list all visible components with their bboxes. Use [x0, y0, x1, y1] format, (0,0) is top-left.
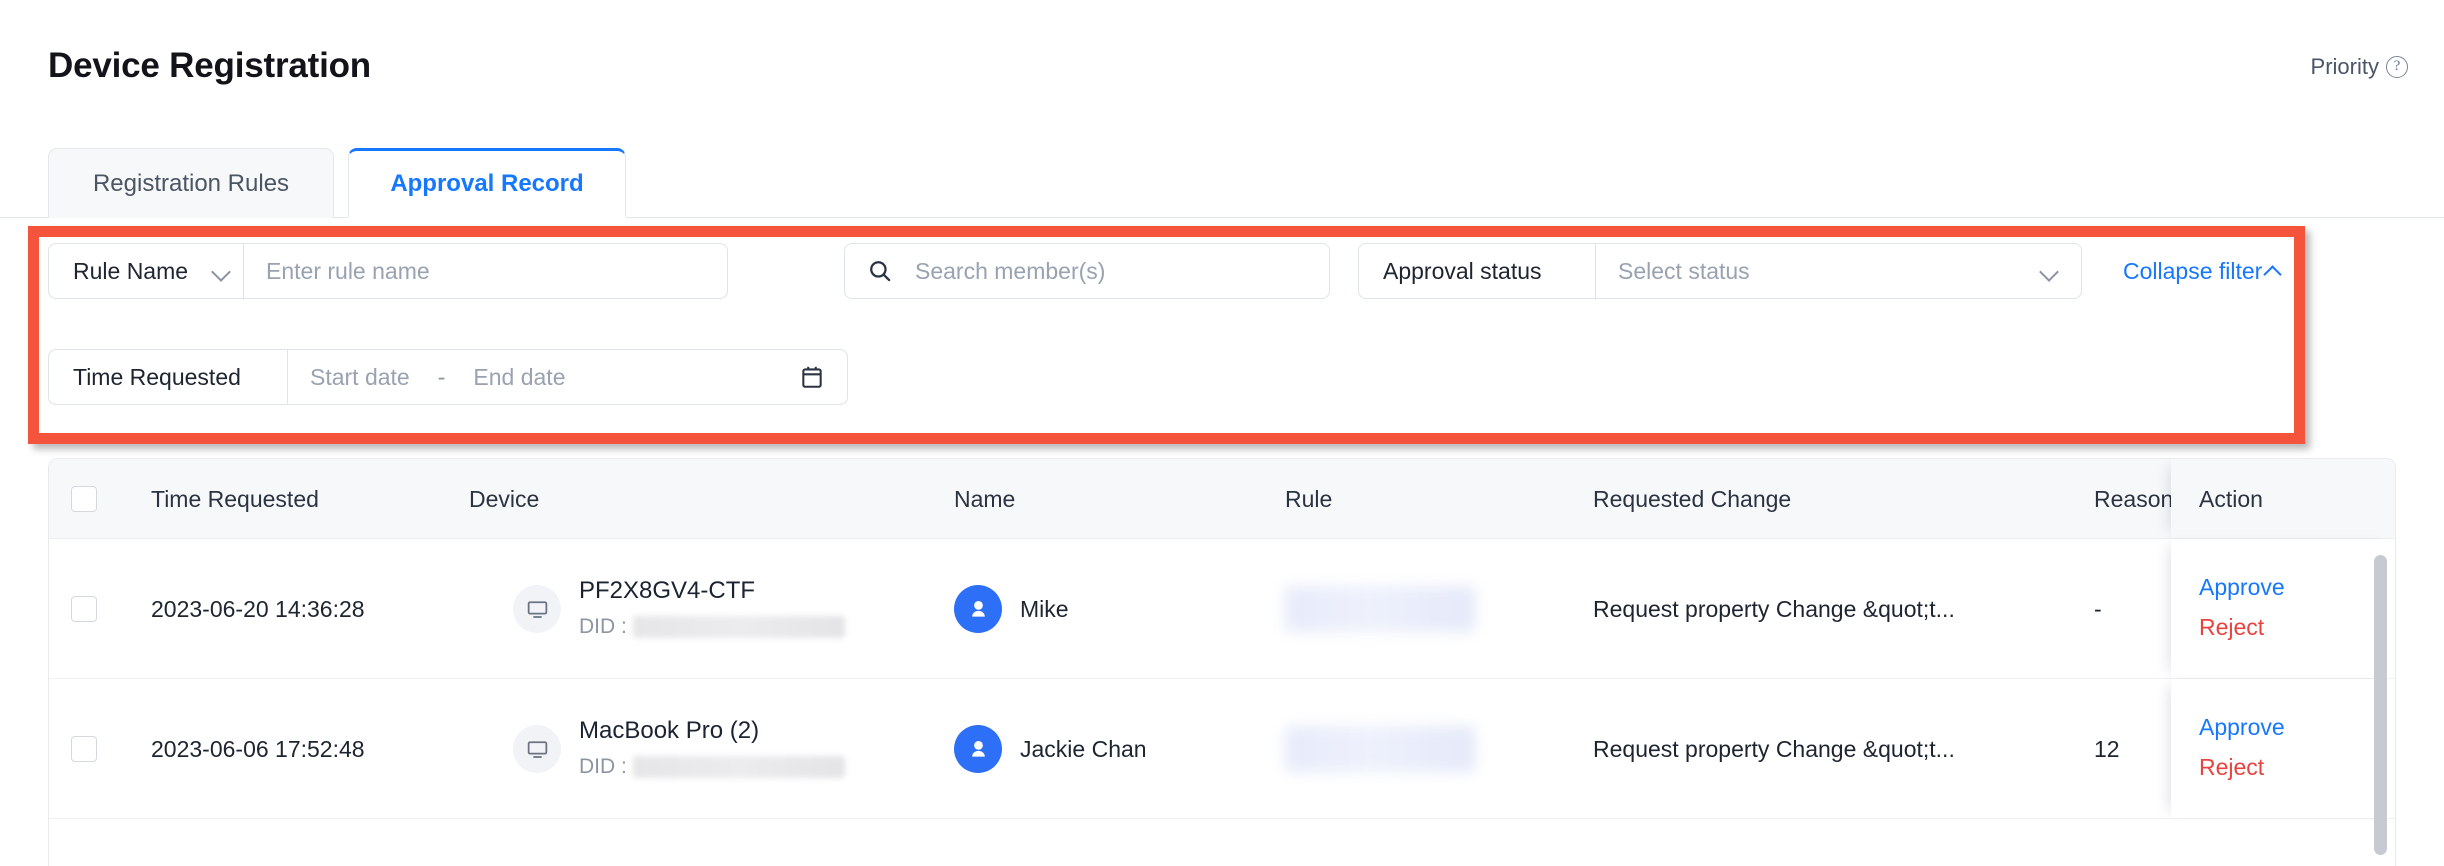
table-row[interactable]: 2023-06-06 17:52:48 MacBook Pro (2) DID … [49, 679, 2395, 819]
approval-status-select[interactable]: Select status [1596, 243, 2082, 299]
priority-label: Priority [2310, 54, 2379, 79]
column-header-time-requested[interactable]: Time Requested [151, 459, 319, 539]
vertical-scrollbar[interactable] [2374, 555, 2387, 855]
cell-action-sticky: Approve Reject [2171, 539, 2395, 678]
member-search-placeholder: Search member(s) [915, 257, 1106, 284]
monitor-icon [513, 585, 561, 633]
column-header-reason[interactable]: Reason [2094, 459, 2173, 539]
rule-name-select-value: Rule Name [73, 257, 189, 284]
checkbox-icon [71, 486, 97, 512]
end-date-input[interactable]: End date [451, 364, 587, 391]
rule-value-redacted [1285, 726, 1475, 772]
member-name: Jackie Chan [1020, 735, 1147, 762]
member-search-input[interactable]: Search member(s) [844, 243, 1330, 299]
device-name: PF2X8GV4-CTF [579, 577, 756, 604]
device-info: PF2X8GV4-CTF DID : [579, 576, 845, 642]
rule-name-input[interactable]: Enter rule name [244, 243, 728, 299]
device-name: MacBook Pro (2) [579, 717, 760, 744]
search-icon [867, 258, 893, 284]
device-did: DID : [579, 612, 845, 642]
reject-button[interactable]: Reject [2199, 607, 2285, 647]
row-select-checkbox[interactable] [71, 539, 97, 679]
column-header-requested-change[interactable]: Requested Change [1593, 459, 1791, 539]
question-circle-icon[interactable]: ? [2386, 56, 2408, 78]
rule-value-redacted [1285, 586, 1475, 632]
tab-registration-rules-label: Registration Rules [92, 169, 290, 197]
cell-time-requested: 2023-06-20 14:36:28 [151, 595, 365, 622]
date-range-separator: - [437, 363, 446, 390]
cell-rule [1285, 539, 1475, 679]
approval-status-label-text: Approval status [1383, 257, 1542, 284]
device-did-redacted [632, 616, 845, 638]
approval-status-label: Approval status [1358, 243, 1596, 299]
column-header-action[interactable]: Action [2199, 459, 2263, 539]
rule-name-input-placeholder: Enter rule name [266, 257, 430, 284]
cell-action-sticky: Approve Reject [2171, 679, 2395, 818]
date-range-picker[interactable]: Start date - End date [288, 349, 848, 405]
cell-reason: 12 [2094, 735, 2120, 762]
chevron-down-icon [2040, 262, 2059, 281]
table-header-row: Time Requested Device Name Rule Requeste… [49, 459, 2395, 539]
checkbox-icon [71, 596, 97, 622]
approve-button[interactable]: Approve [2199, 707, 2285, 747]
collapse-filter-button[interactable]: Collapse filter [2123, 243, 2282, 299]
column-header-rule[interactable]: Rule [1285, 459, 1332, 539]
cell-requested-change: Request property Change &quot;t... [1593, 595, 1955, 622]
cell-device: MacBook Pro (2) DID : [513, 679, 845, 819]
approval-record-table: Time Requested Device Name Rule Requeste… [48, 458, 2396, 866]
page-header: Device Registration Priority ? [0, 0, 2444, 140]
cell-requested-change: Request property Change &quot;t... [1593, 735, 1955, 762]
chevron-down-icon [212, 262, 231, 281]
device-did-label: DID : [579, 755, 627, 778]
filter-bar: Rule Name Enter rule name Search member(… [48, 243, 2292, 428]
device-did: DID : [579, 752, 845, 782]
cell-reason: - [2094, 595, 2102, 622]
reject-button[interactable]: Reject [2199, 747, 2285, 787]
page-title: Device Registration [48, 46, 371, 85]
action-buttons: Approve Reject [2199, 567, 2285, 647]
tab-approval-record[interactable]: Approval Record [348, 148, 626, 218]
column-header-action-sticky: Action [2171, 459, 2395, 539]
calendar-icon [799, 364, 825, 390]
column-header-name[interactable]: Name [954, 459, 1015, 539]
start-date-input[interactable]: Start date [288, 364, 432, 391]
tab-bar: Registration Rules Approval Record [0, 148, 2444, 218]
device-info: MacBook Pro (2) DID : [579, 716, 845, 782]
monitor-icon [513, 725, 561, 773]
approve-button[interactable]: Approve [2199, 567, 2285, 607]
cell-rule [1285, 679, 1475, 819]
avatar [954, 725, 1002, 773]
device-registration-page: Device Registration Priority ? Registrat… [0, 0, 2444, 866]
time-requested-label: Time Requested [48, 349, 288, 405]
cell-device: PF2X8GV4-CTF DID : [513, 539, 845, 679]
cell-time-requested: 2023-06-06 17:52:48 [151, 735, 365, 762]
rule-name-select[interactable]: Rule Name [48, 243, 244, 299]
action-buttons: Approve Reject [2199, 707, 2285, 787]
select-all-checkbox[interactable] [71, 459, 97, 539]
time-requested-label-text: Time Requested [73, 363, 241, 390]
approval-status-placeholder: Select status [1618, 257, 1750, 284]
cell-name: Jackie Chan [954, 679, 1147, 819]
device-did-redacted [632, 756, 845, 778]
collapse-filter-label: Collapse filter [2123, 257, 2263, 284]
priority-indicator: Priority ? [2311, 54, 2408, 80]
device-did-label: DID : [579, 615, 627, 638]
cell-name: Mike [954, 539, 1069, 679]
table-row[interactable]: 2023-06-20 14:36:28 PF2X8GV4-CTF DID : M… [49, 539, 2395, 679]
tab-approval-record-label: Approval Record [390, 170, 584, 197]
member-name: Mike [1020, 595, 1069, 622]
chevron-up-icon [2264, 262, 2282, 280]
row-select-checkbox[interactable] [71, 679, 97, 819]
checkbox-icon [71, 736, 97, 762]
avatar [954, 585, 1002, 633]
column-header-device[interactable]: Device [469, 459, 539, 539]
tab-registration-rules[interactable]: Registration Rules [48, 148, 334, 218]
